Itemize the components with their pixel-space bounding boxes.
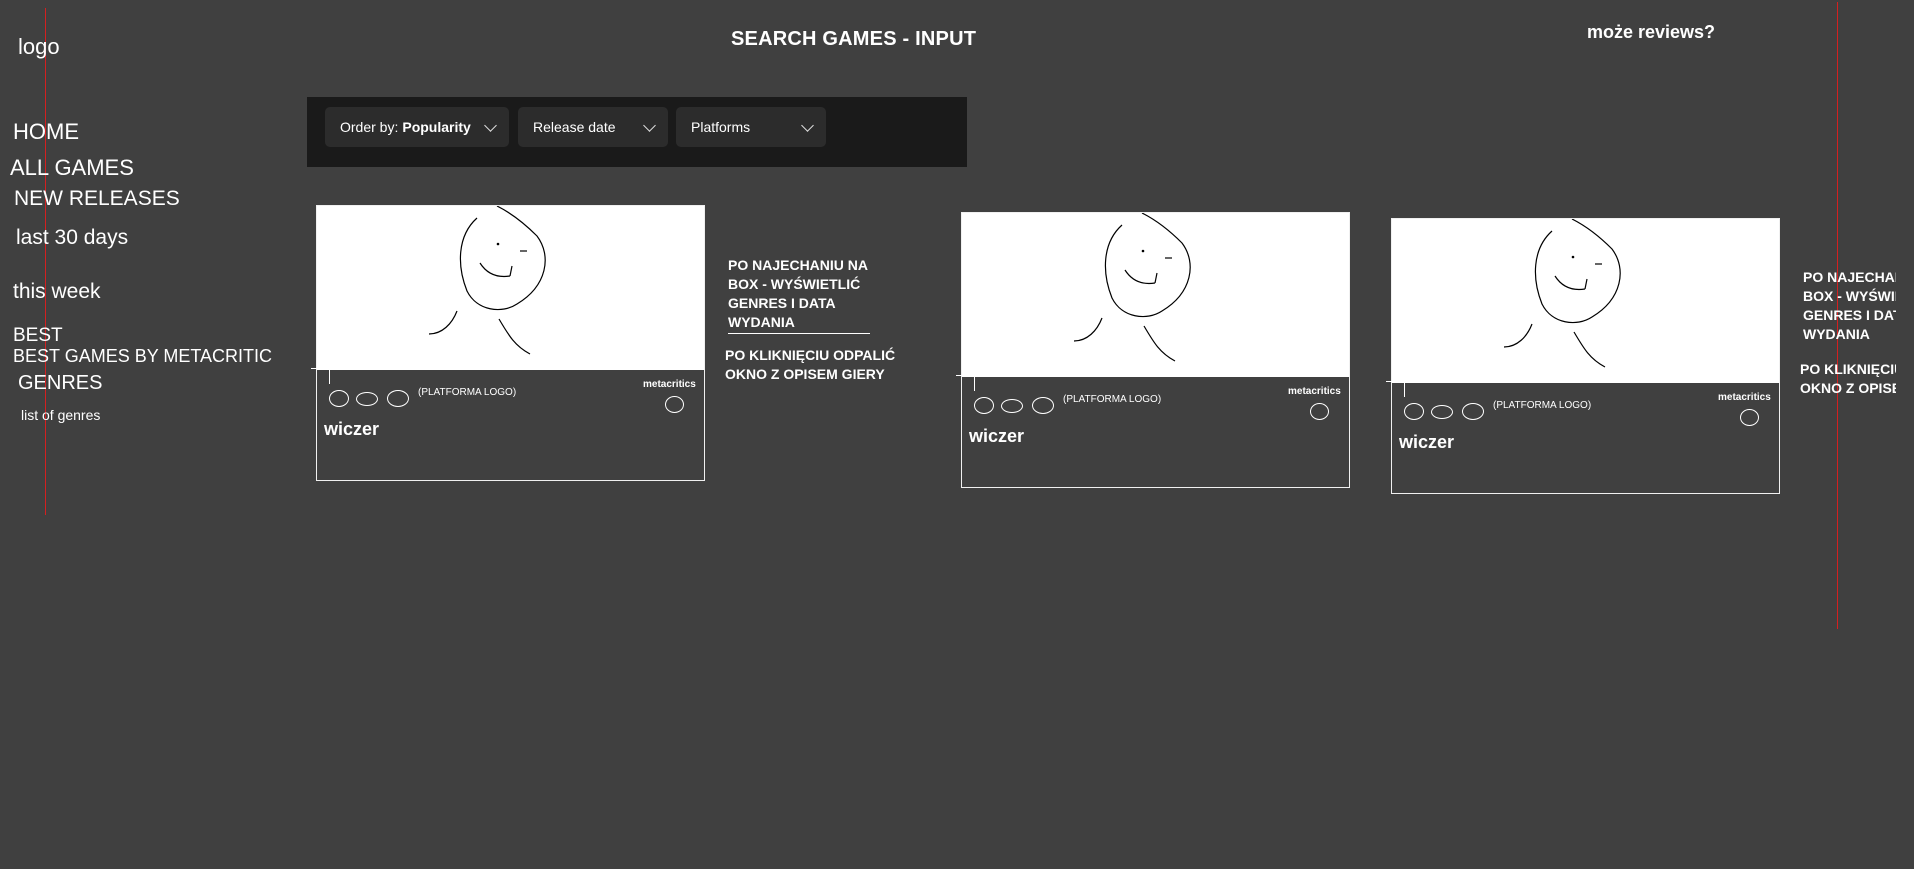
game-cover-image — [1392, 219, 1779, 383]
left-guide-line — [45, 8, 46, 515]
order-by-prefix: Order by: — [340, 119, 399, 135]
divider — [974, 377, 975, 391]
divider — [1386, 381, 1404, 382]
platform-icon — [974, 397, 994, 414]
release-date-label: Release date — [533, 119, 616, 135]
sidebar-item-list-of-genres[interactable]: list of genres — [21, 407, 100, 423]
metacritic-label: metacritics — [1718, 392, 1771, 403]
platform-icon — [387, 390, 409, 407]
game-cover-image — [962, 213, 1349, 377]
reviews-note: może reviews? — [1587, 22, 1716, 42]
game-card[interactable]: (PLATFORMA LOGO) metacritics wiczer — [956, 212, 1350, 488]
note-line: BOX - WYŚWIETLIĆ — [1803, 288, 1896, 304]
sidebar-item-home[interactable]: HOME — [13, 119, 79, 145]
platform-logo-label: (PLATFORMA LOGO) — [418, 387, 517, 398]
divider — [1404, 383, 1405, 397]
note-line: OKNO Z OPISEM GIERY — [725, 366, 885, 382]
sidebar-item-new-releases[interactable]: NEW RELEASES — [14, 187, 180, 211]
game-title[interactable]: wiczer — [969, 426, 1024, 447]
platform-icon — [1462, 403, 1484, 420]
platforms-label: Platforms — [691, 119, 751, 135]
filter-bar: Order by: Popularity Release date Platfo… — [307, 97, 967, 167]
note-line: GENRES I DATA — [728, 295, 836, 311]
order-by-dropdown[interactable]: Order by: Popularity — [325, 107, 509, 147]
page-title: SEARCH GAMES - INPUT — [731, 28, 977, 50]
sidebar-item-best[interactable]: BEST — [13, 325, 63, 347]
note-divider — [728, 333, 870, 334]
sidebar-item-last-30-days[interactable]: last 30 days — [16, 226, 128, 250]
platform-logo-label: (PLATFORMA LOGO) — [1063, 394, 1162, 405]
metacritic-label: metacritics — [1288, 386, 1341, 397]
platform-icon — [329, 390, 349, 407]
note-line: PO KLIKNIĘCIU ODPALIĆ — [725, 347, 896, 363]
game-title[interactable]: wiczer — [324, 419, 379, 440]
sidebar-item-best-metacritic[interactable]: BEST GAMES BY METACRITIC — [13, 346, 272, 367]
note-line: BOX - WYŚWIETLIĆ — [728, 276, 861, 292]
note-line: OKNO Z OPISEM GIERY — [1800, 380, 1896, 396]
game-card[interactable]: (PLATFORMA LOGO) metacritics wiczer — [1386, 218, 1780, 494]
game-card[interactable]: (PLATFORMA LOGO) metacritics wiczer — [311, 205, 705, 481]
game-title[interactable]: wiczer — [1399, 432, 1454, 453]
metacritic-score-icon[interactable] — [665, 396, 684, 413]
note-line: WYDANIA — [728, 314, 795, 330]
chevron-down-icon — [484, 119, 497, 132]
face-sketch-icon — [1073, 213, 1191, 362]
sidebar-item-all-games[interactable]: ALL GAMES — [10, 155, 134, 181]
note-line: GENRES I DATA — [1803, 307, 1896, 323]
sidebar-item-this-week[interactable]: this week — [13, 280, 101, 304]
platform-icon — [1001, 399, 1023, 413]
sidebar-item-genres[interactable]: GENRES — [18, 372, 102, 395]
chevron-down-icon — [801, 119, 814, 132]
hover-note: PO NAJECHANIU NA BOX - WYŚWIETLIĆ GENRES… — [728, 256, 868, 332]
metacritic-label: metacritics — [643, 379, 696, 390]
platform-icon — [1404, 403, 1424, 420]
divider — [311, 368, 329, 369]
note-line: WYDANIA — [1803, 326, 1870, 342]
platform-logo-label: (PLATFORMA LOGO) — [1493, 400, 1592, 411]
logo[interactable]: logo — [18, 34, 60, 60]
metacritic-score-icon[interactable] — [1740, 409, 1759, 426]
divider — [956, 375, 974, 376]
click-note: PO KLIKNIĘCIU ODPALIĆ OKNO Z OPISEM GIER… — [1800, 360, 1896, 398]
platform-icon — [1431, 405, 1453, 419]
right-note-clip: PO NAJECHANIU NA BOX - WYŚWIETLIĆ GENRES… — [1800, 268, 1896, 408]
release-date-dropdown[interactable]: Release date — [518, 107, 668, 147]
divider — [329, 370, 330, 384]
metacritic-score-icon[interactable] — [1310, 403, 1329, 420]
note-line: PO KLIKNIĘCIU ODPALIĆ — [1800, 361, 1896, 377]
chevron-down-icon — [643, 119, 656, 132]
face-sketch-icon — [428, 206, 546, 355]
game-cover-image — [317, 206, 704, 370]
click-note: PO KLIKNIĘCIU ODPALIĆ OKNO Z OPISEM GIER… — [725, 346, 895, 384]
note-line: PO NAJECHANIU NA — [728, 257, 869, 273]
note-line: PO NAJECHANIU NA — [1803, 269, 1896, 285]
platforms-dropdown[interactable]: Platforms — [676, 107, 826, 147]
order-by-value: Popularity — [402, 119, 471, 135]
face-sketch-icon — [1503, 219, 1621, 368]
platform-icon — [356, 392, 378, 406]
platform-icon — [1032, 397, 1054, 414]
hover-note: PO NAJECHANIU NA BOX - WYŚWIETLIĆ GENRES… — [1803, 268, 1896, 344]
